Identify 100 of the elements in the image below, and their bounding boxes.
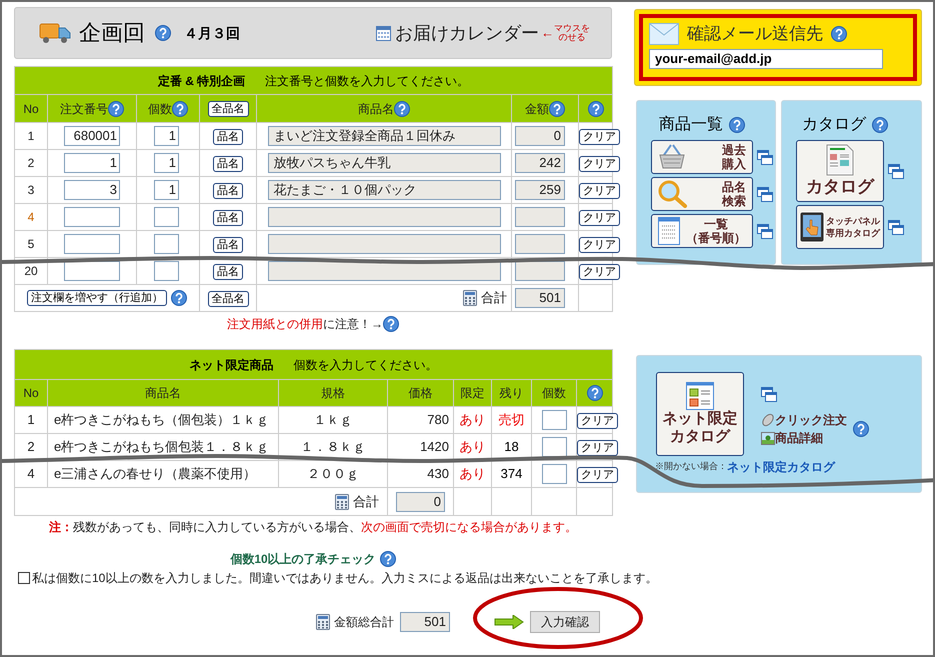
agreement-text: 私は個数に10以上の数を入力しました。間違いではありません。入力ミスによる返品は出来ないことを了承します。 [32,570,658,587]
table-instruction: 個数を入力してください。 [294,358,438,372]
clear-button[interactable]: クリア [579,210,620,226]
click-order-label: クリック注文 [775,412,847,429]
grand-total-field: 501 [400,612,450,632]
product-name-button[interactable]: 品名 [213,264,243,280]
net-catalog-button[interactable]: ネット限定 カタログ [656,372,744,456]
product-name-button[interactable]: 品名 [213,129,243,145]
order-notice: 注文用紙との併用に注意！→ [227,316,383,333]
email-field[interactable]: your-email@add.jp [649,48,883,68]
plan-round: ４月３回 [184,24,240,42]
order-number-field[interactable]: 1 [64,153,120,173]
hover-hint: マウスを のせる [554,24,590,42]
column-header: 注文番号 [60,100,108,118]
panel-button[interactable]: 過去 購入 [651,140,753,174]
grand-total-label: 金額総合計 [334,614,394,631]
table-instruction: 注文番号と個数を入力してください。 [265,74,470,88]
clear-button[interactable]: クリア [577,413,618,430]
clear-button[interactable]: クリア [577,467,618,484]
total-field: 0 [396,492,445,512]
net-catalog-link[interactable]: ネット限定カタログ [727,458,835,476]
table-cell: 1420 [420,439,449,454]
table-cell: 売切 [498,412,524,428]
table-cell: 780 [427,412,449,428]
quantity-field[interactable]: 1 [154,180,179,200]
row-number: 20 [24,264,38,278]
column-header: 規格 [321,386,345,400]
add-rows-button[interactable]: 注文欄を増やす（行追加） [27,290,167,306]
table-cell: e杵つきこがねもち（個包装）１ｋｇ [54,412,270,428]
row-number: 3 [28,183,34,197]
all-names-button[interactable]: 全品名 [208,291,248,307]
product-name-button[interactable]: 品名 [213,210,243,226]
stock-note: 注：残数があっても、同時に入力している方がいる場合、次の画面で売切になる場合があります。 [48,519,578,536]
row-number: 2 [27,439,35,454]
table-cell: e杵つきこがねもち個包装１．８ｋｇ [54,439,270,454]
panel-button[interactable]: タッチパネル 専用カタログ [796,205,884,249]
clear-button[interactable]: クリア [579,183,620,199]
panel-button[interactable]: 品名 検索 [651,177,753,211]
column-header: No [23,386,39,400]
panel-title: カタログ [802,115,866,135]
fallback-note: ※開かない場合： [655,460,727,474]
table-cell: 18 [504,439,519,454]
column-header: 商品名 [358,100,394,118]
plan-label: 企画回 [79,22,145,44]
clear-button[interactable]: クリア [579,264,620,280]
panel-title: 商品一覧 [659,114,723,135]
column-header: 残り [500,386,524,400]
clear-button[interactable]: クリア [579,237,620,253]
product-name-field: 花たまご・１０個パック [268,180,500,200]
amount-field: 242 [515,153,565,173]
row-number: 4 [27,466,35,482]
product-name-button[interactable]: 品名 [213,156,243,172]
total-field: 501 [515,288,565,308]
table-cell: 430 [427,466,449,482]
table-cell: e三浦さんの春せり（農薬不使用） [54,466,256,482]
row-number: 2 [28,156,34,170]
column-header: 金額 [525,100,549,118]
table-cell: ２００ｇ [307,466,359,482]
amount-field: 0 [515,126,565,146]
row-number: 4 [28,210,34,224]
total-label: 合計 [353,492,379,511]
order-number-field[interactable]: 3 [64,180,120,200]
arrow-text: ← [541,24,554,42]
check-title: 個数10以上の了承チェック [230,551,376,568]
calendar-link[interactable]: お届けカレンダー [395,20,539,46]
product-name-field: 放牧パスちゃん牛乳 [268,153,500,173]
column-header: 限定 [460,386,484,400]
confirm-button[interactable]: 入力確認 [530,611,600,633]
clear-button[interactable]: クリア [579,129,620,145]
table-cell: あり [460,439,486,454]
column-header: 価格 [408,386,432,400]
product-name-button[interactable]: 品名 [213,237,243,253]
column-header: 個数 [542,386,566,400]
amount-field: 259 [515,180,565,200]
row-number: 5 [28,237,34,251]
table-cell: １．８ｋｇ [300,439,366,454]
table-title: ネット限定商品 [190,358,274,372]
table-cell: １ｋｇ [314,412,352,428]
column-header: No [23,100,39,118]
panel-button[interactable]: 一覧 （番号順） [651,214,753,248]
row-number: 1 [27,412,35,428]
column-header: 個数 [148,100,172,118]
total-label: 合計 [481,289,507,308]
all-names-button[interactable]: 全品名 [208,100,248,116]
panel-button[interactable]: カタログ [796,140,884,202]
product-detail-label: 商品詳細 [775,430,823,447]
email-title: 確認メール送信先 [687,23,823,45]
quantity-field[interactable]: 1 [154,153,179,173]
row-number: 1 [28,129,34,143]
table-cell: あり [460,412,486,428]
product-name-field: まいど注文登録全商品１回休み [268,126,500,146]
column-header: 商品名 [145,386,181,400]
clear-button[interactable]: クリア [579,156,620,172]
clear-button[interactable]: クリア [577,440,618,456]
table-cell: 374 [500,466,522,482]
table-cell: あり [460,466,486,482]
table-title: 定番 & 特別企画 [158,74,246,88]
order-number-field[interactable]: 680001 [64,126,120,146]
quantity-field[interactable]: 1 [154,126,179,146]
product-name-button[interactable]: 品名 [213,183,243,199]
